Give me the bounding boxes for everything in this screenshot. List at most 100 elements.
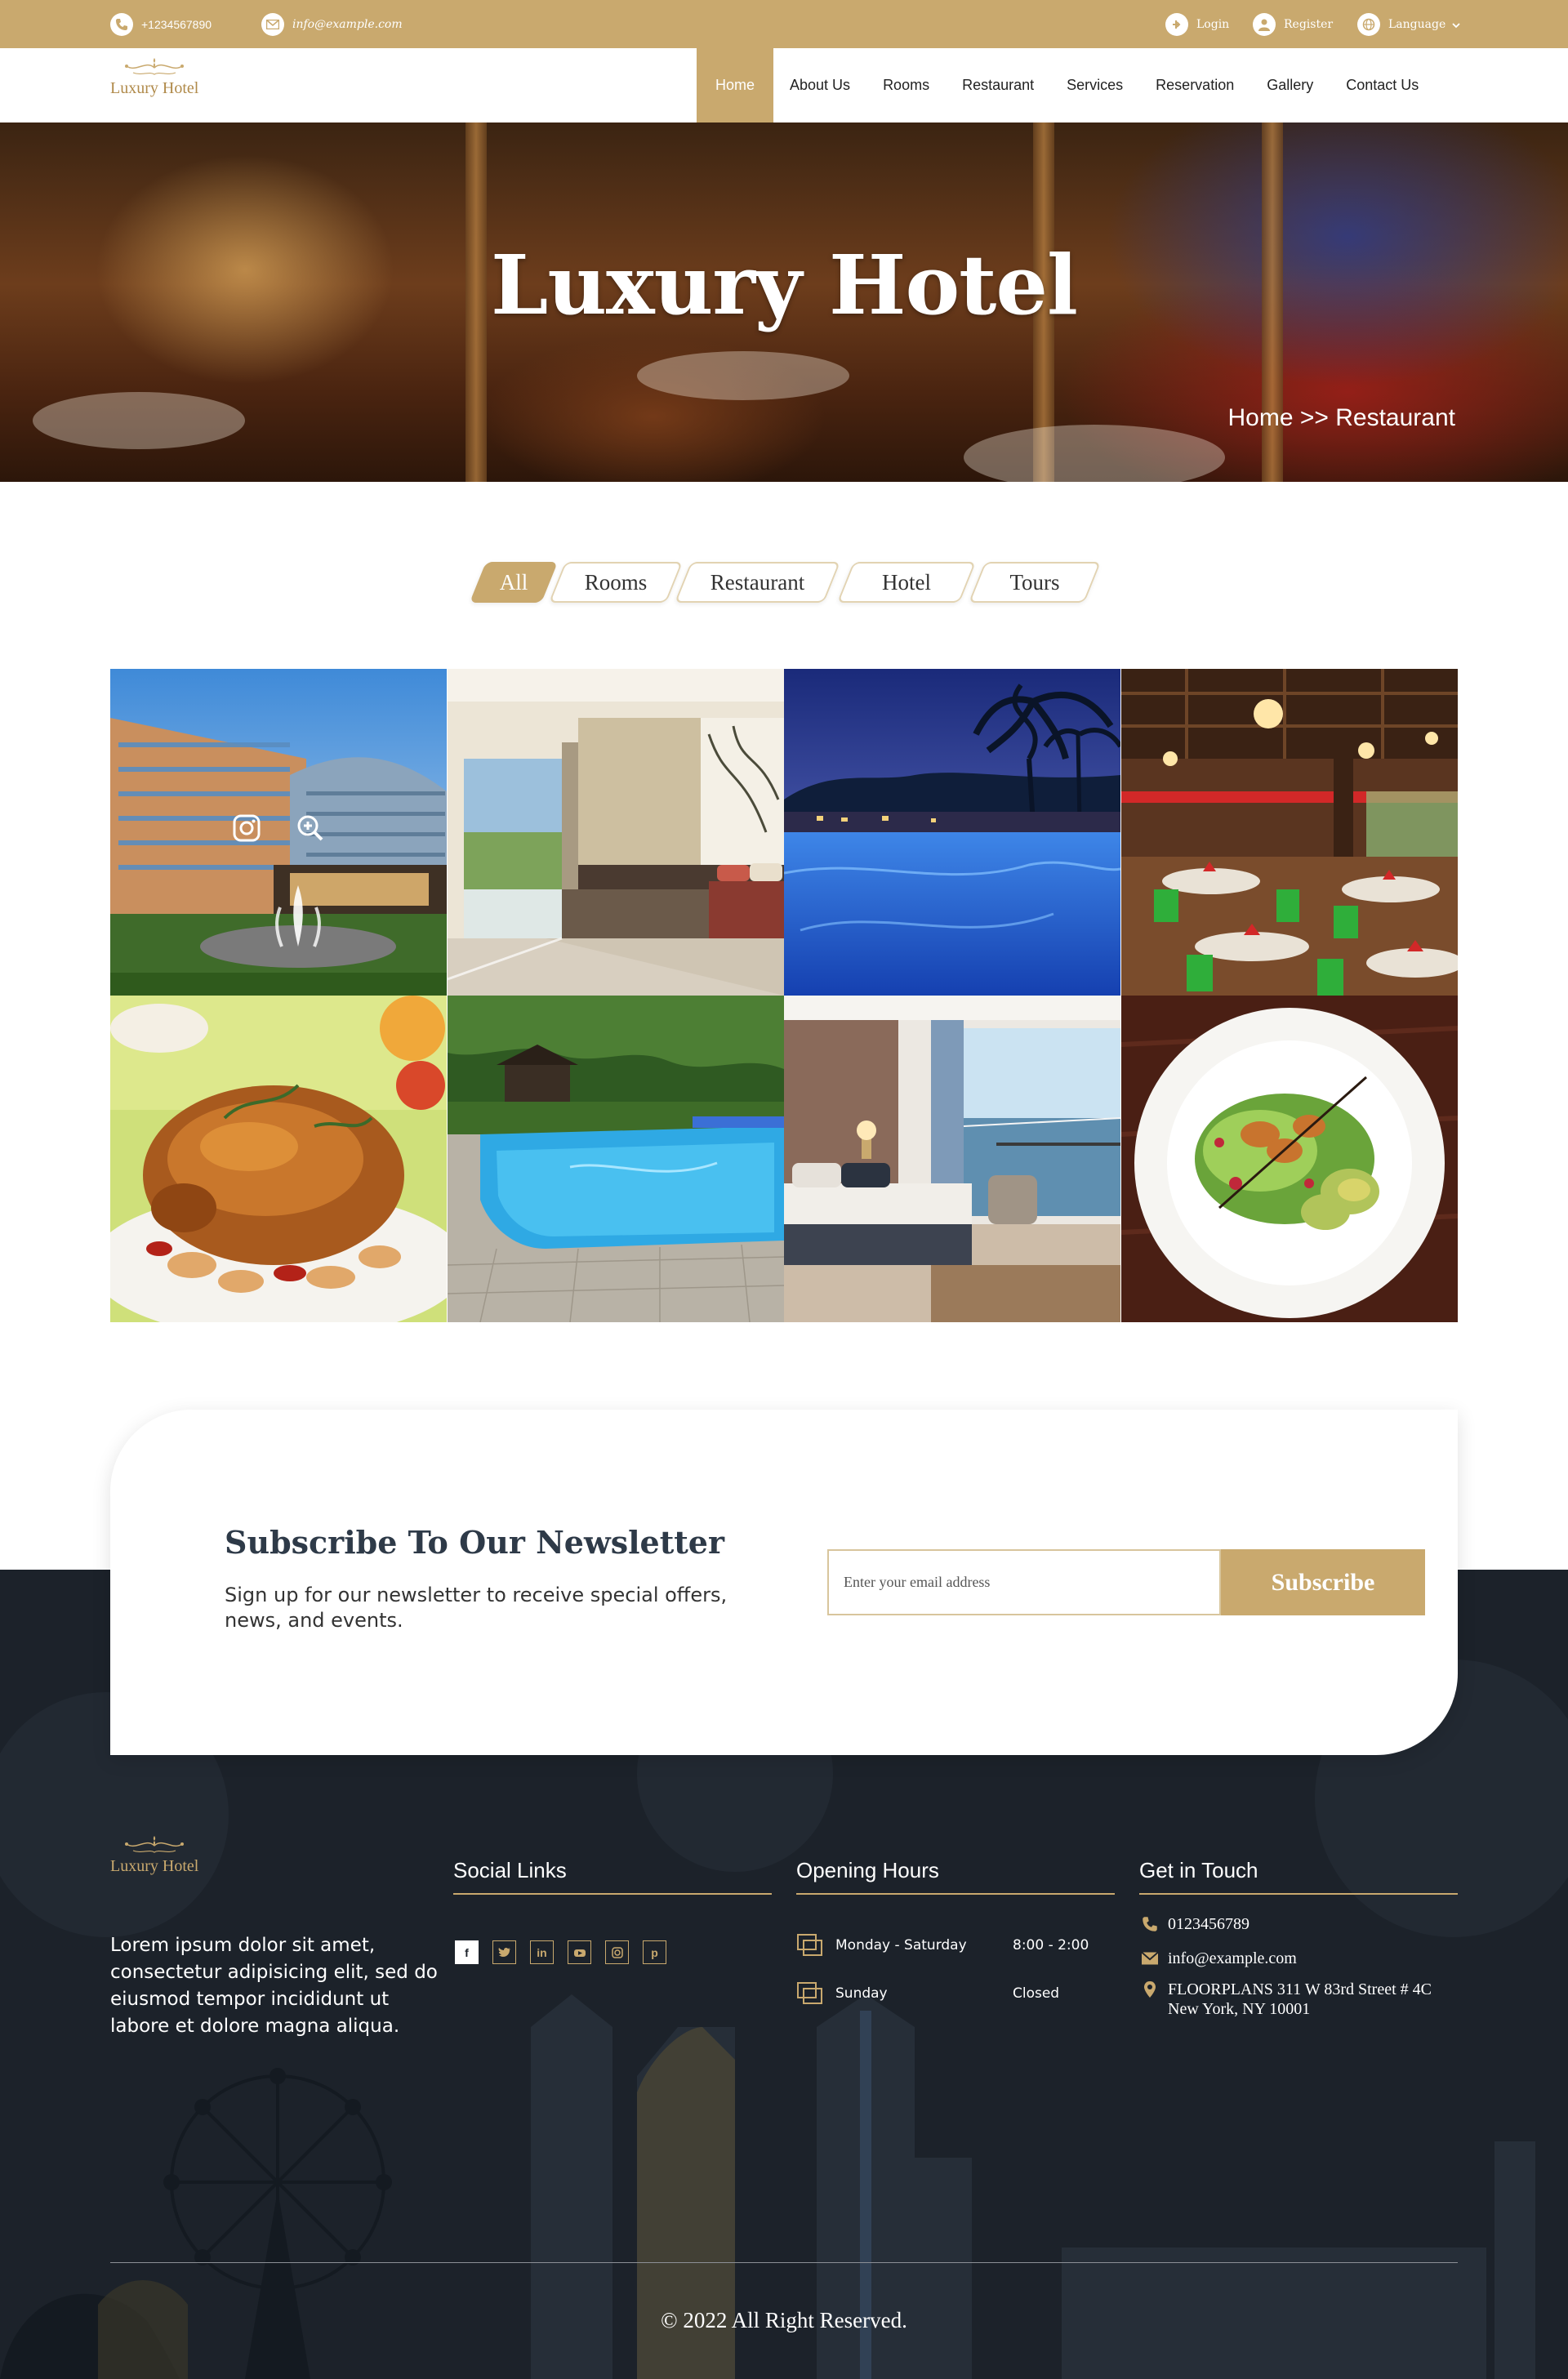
gallery-item-roast-chicken[interactable] (110, 996, 448, 1322)
social-links-title: Social Links (453, 1858, 772, 1895)
filter-tours[interactable]: Tours (968, 562, 1102, 603)
gallery-filter-tabs: All Rooms Restaurant Hotel Tours (0, 562, 1568, 603)
facebook-icon[interactable]: f (455, 1940, 479, 1964)
address-line-2: New York, NY 10001 (1168, 2000, 1311, 2018)
roast-chicken-image (110, 996, 448, 1322)
nav-services[interactable]: Services (1050, 48, 1139, 123)
nav-rooms[interactable]: Rooms (866, 48, 946, 123)
top-bar: +1234567890 info@example.com Login Regis… (0, 0, 1568, 48)
calendar-icon (797, 1934, 822, 1956)
nav-home[interactable]: Home (697, 48, 774, 123)
nav-contact-us[interactable]: Contact Us (1330, 48, 1435, 123)
youtube-icon[interactable] (568, 1940, 591, 1964)
user-icon (1253, 12, 1276, 36)
filter-restaurant-label: Restaurant (710, 569, 805, 595)
topbar-phone-text: +1234567890 (141, 17, 212, 31)
hero-table (637, 351, 849, 400)
nav-restaurant[interactable]: Restaurant (946, 48, 1050, 123)
contact-email-text: info@example.com (1168, 1949, 1297, 1967)
photo-gallery (110, 669, 1458, 1322)
gallery-item-salad-plate[interactable] (1120, 996, 1459, 1322)
get-in-touch-title: Get in Touch (1139, 1858, 1458, 1895)
outdoor-pool-image (447, 996, 784, 1322)
mail-icon (1142, 1951, 1158, 1965)
brand-logo[interactable]: Luxury Hotel (110, 56, 198, 98)
pinterest-icon[interactable]: p (643, 1940, 666, 1964)
hero-title: Luxury Hotel (491, 237, 1078, 333)
hero-table (964, 425, 1225, 482)
hours-time: 8:00 - 2:00 (1013, 1937, 1089, 1954)
contact-address-text: FLOORPLANS 311 W 83rd Street # 4C New Yo… (1168, 1980, 1432, 2019)
nav-reservation[interactable]: Reservation (1139, 48, 1250, 123)
filter-tours-label: Tours (1009, 569, 1060, 595)
hero-banner: Luxury Hotel Home >> Restaurant (0, 123, 1568, 482)
newsletter-card: Subscribe To Our Newsletter Sign up for … (110, 1410, 1458, 1755)
contact-address: FLOORPLANS 311 W 83rd Street # 4C New Yo… (1142, 1980, 1432, 2019)
filter-all[interactable]: All (469, 562, 559, 603)
nav-gallery[interactable]: Gallery (1250, 48, 1330, 123)
gallery-item-seaview-room[interactable] (784, 996, 1121, 1322)
linkedin-icon[interactable]: in (530, 1940, 554, 1964)
login-label: Login (1196, 17, 1230, 31)
pool-night-image (784, 669, 1121, 996)
subscribe-button[interactable]: Subscribe (1221, 1549, 1425, 1615)
login-icon (1165, 12, 1188, 36)
seaview-room-image (784, 996, 1121, 1322)
nav-about-us[interactable]: About Us (773, 48, 866, 123)
instagram-icon[interactable] (605, 1940, 629, 1964)
instagram-icon[interactable] (233, 814, 261, 842)
login-link[interactable]: Login (1165, 0, 1229, 48)
brand-name: Luxury Hotel (110, 79, 199, 97)
filter-hotel[interactable]: Hotel (836, 562, 977, 603)
restaurant-image (1120, 669, 1458, 996)
filter-all-label: All (499, 569, 528, 595)
calendar-icon (797, 1982, 822, 2004)
chevron-down-icon (1452, 18, 1460, 31)
contact-phone[interactable]: 0123456789 (1142, 1914, 1250, 1934)
social-links: f in p (455, 1940, 666, 1964)
hours-day: Sunday (835, 1985, 888, 2002)
hours-row-sunday: Sunday Closed (796, 1981, 1059, 2006)
footer-divider (110, 2262, 1458, 2263)
gallery-item-pool-night[interactable] (784, 669, 1121, 996)
location-pin-icon (1144, 1981, 1156, 1998)
copyright-text: © 2022 All Right Reserved. (661, 2308, 907, 2332)
footer-brand-logo[interactable]: Luxury Hotel (110, 1834, 198, 1876)
zoom-in-icon[interactable] (296, 814, 324, 842)
breadcrumb[interactable]: Home >> Restaurant (1228, 404, 1455, 432)
filter-rooms[interactable]: Rooms (548, 562, 684, 603)
gallery-item-restaurant[interactable] (1120, 669, 1458, 996)
contact-email[interactable]: info@example.com (1142, 1949, 1297, 1968)
gallery-item-hotel-exterior[interactable] (110, 669, 448, 996)
twitter-icon[interactable] (492, 1940, 516, 1964)
topbar-phone[interactable]: +1234567890 (110, 0, 212, 48)
logo-ornament (125, 1836, 185, 1853)
gallery-item-outdoor-pool[interactable] (447, 996, 785, 1322)
contact-phone-text: 0123456789 (1168, 1915, 1250, 1933)
topbar-email[interactable]: info@example.com (261, 0, 403, 48)
nav-menu: Home About Us Rooms Restaurant Services … (697, 48, 1435, 123)
globe-icon (1357, 12, 1380, 36)
footer-brand-name: Luxury Hotel (110, 1857, 199, 1875)
hotel-room-image (447, 669, 784, 996)
logo-ornament (125, 58, 185, 75)
hours-time: Closed (1013, 1985, 1060, 2002)
filter-restaurant[interactable]: Restaurant (674, 562, 841, 603)
register-label: Register (1284, 17, 1334, 31)
language-dropdown[interactable]: Language (1357, 0, 1460, 48)
address-line-1: FLOORPLANS 311 W 83rd Street # 4C (1168, 1980, 1432, 1998)
register-link[interactable]: Register (1253, 0, 1333, 48)
newsletter-title: Subscribe To Our Newsletter (225, 1524, 725, 1561)
newsletter-description: Sign up for our newsletter to receive sp… (225, 1584, 728, 1632)
topbar-email-text: info@example.com (292, 17, 403, 31)
filter-hotel-label: Hotel (882, 569, 931, 595)
newsletter-email-input[interactable]: Enter your email address (827, 1549, 1221, 1615)
phone-icon (110, 12, 133, 36)
hours-day: Monday - Saturday (835, 1937, 967, 1954)
gallery-item-hotel-room[interactable] (447, 669, 785, 996)
hours-row-weekdays: Monday - Saturday 8:00 - 2:00 (796, 1933, 1089, 1958)
opening-hours-title: Opening Hours (796, 1858, 1115, 1895)
mail-icon (261, 12, 284, 36)
salad-plate-image (1120, 996, 1458, 1322)
footer-about-text: Lorem ipsum dolor sit amet, consectetur … (110, 1935, 438, 2037)
